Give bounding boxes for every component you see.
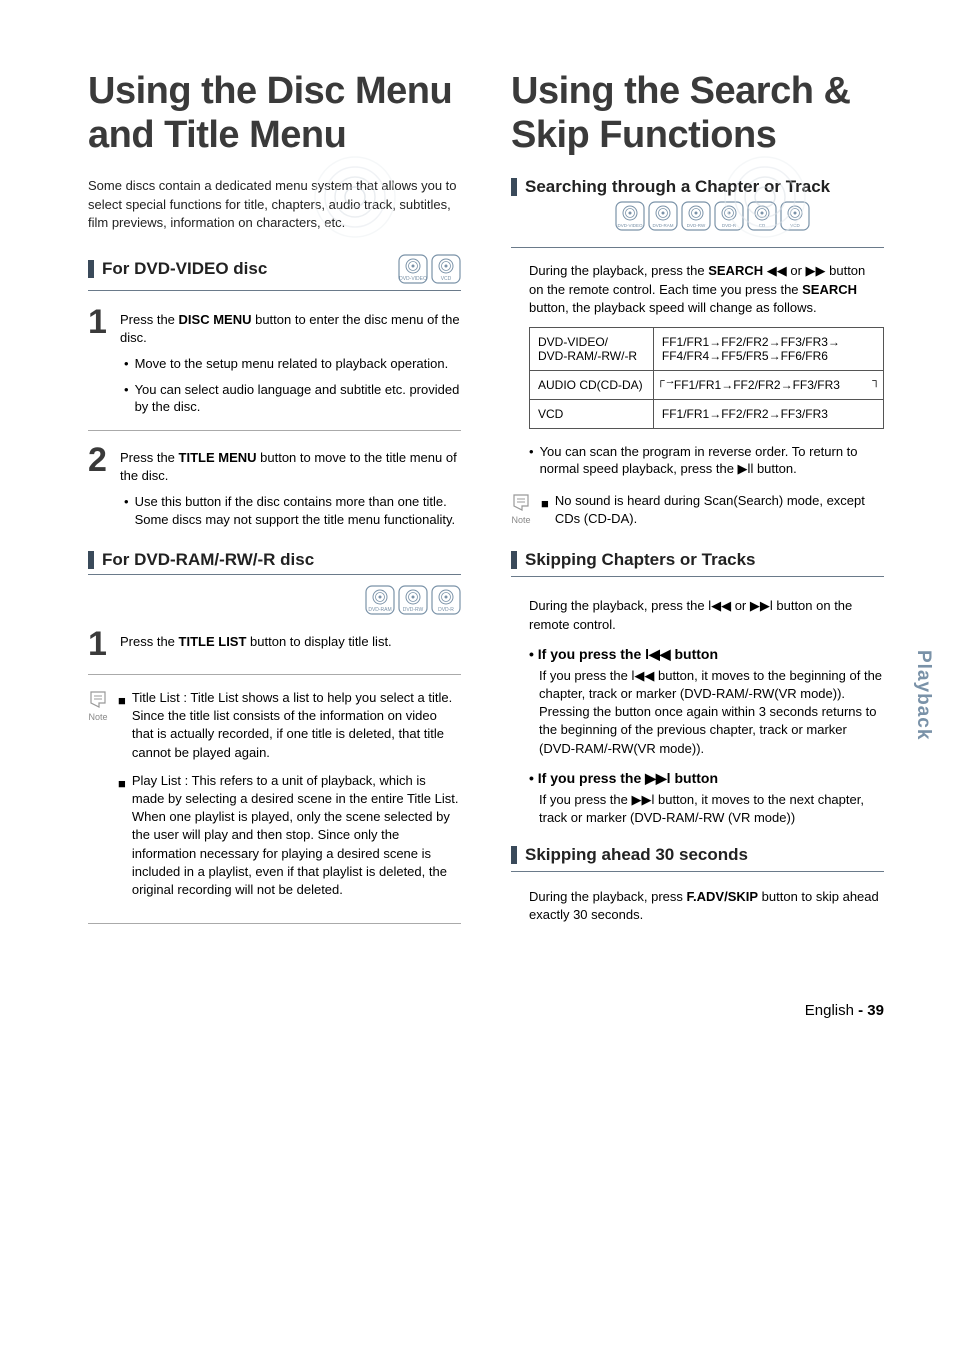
- disc-dvd-r-icon: DVD-R: [431, 585, 461, 615]
- svg-text:VCD: VCD: [441, 276, 452, 282]
- table-r3c1: VCD: [530, 399, 654, 428]
- step-number: 1: [88, 307, 110, 416]
- section-title: For DVD-VIDEO disc: [102, 259, 267, 279]
- section-title: Skipping Chapters or Tracks: [525, 550, 756, 570]
- section-bar-icon: [511, 178, 517, 196]
- section-skipping-chapters: Skipping Chapters or Tracks: [511, 550, 884, 577]
- note-icon: [511, 492, 531, 512]
- table-r1c1b: DVD-RAM/-RW/-R: [538, 349, 645, 363]
- bullet-text: Use this button if the disc contains mor…: [135, 493, 461, 528]
- section-title: Skipping ahead 30 seconds: [525, 845, 748, 865]
- sub-prev-body: If you press the l◀◀ button, it moves to…: [529, 667, 884, 758]
- step-2: 2 Press the TITLE MENU button to move to…: [88, 445, 461, 528]
- search-paragraph: During the playback, press the SEARCH ◀◀…: [511, 262, 884, 317]
- bullet-dot: •: [529, 443, 534, 478]
- section-dvd-ram-rw-r: For DVD-RAM/-RW/-R disc: [88, 550, 461, 570]
- scan-reverse-note: You can scan the program in reverse orde…: [540, 443, 882, 478]
- disc-dvd-ram-icon: DVD-RAM: [365, 585, 395, 615]
- skip-paragraph: During the playback, press the l◀◀ or ▶▶…: [511, 597, 884, 633]
- separator: [88, 430, 461, 431]
- svg-text:DVD-RAM: DVD-RAM: [653, 223, 674, 228]
- svg-text:DVD-VIDEO: DVD-VIDEO: [617, 223, 643, 228]
- section-bar-icon: [511, 846, 517, 864]
- step2-bold: TITLE MENU: [179, 450, 257, 465]
- table-r1c2a: FF1/FR1→FF2/FR2→FF3/FR3→: [662, 335, 875, 349]
- bullet-text: Move to the setup menu related to playba…: [135, 355, 449, 373]
- page-footer: English - 39: [0, 978, 954, 1049]
- disc-dvd-rw-icon: DVD-RW: [681, 201, 711, 231]
- speed-table: DVD-VIDEO/ DVD-RAM/-RW/-R FF1/FR1→FF2/FR…: [529, 327, 884, 429]
- svg-text:DVD-RW: DVD-RW: [687, 223, 706, 228]
- section-bar-icon: [511, 551, 517, 569]
- section-bar-icon: [88, 260, 94, 278]
- side-tab-playback: Playback: [912, 650, 934, 740]
- left-title: Using the Disc Menu and Title Menu: [88, 70, 461, 157]
- note-item2-label: Play List :: [132, 773, 188, 788]
- disc-dvd-rw-icon: DVD-RW: [398, 585, 428, 615]
- svg-text:DVD-RW: DVD-RW: [403, 607, 424, 613]
- note-block-right: Note ■ No sound is heard during Scan(Sea…: [511, 492, 884, 528]
- section-title: For DVD-RAM/-RW/-R disc: [102, 550, 314, 570]
- svg-text:DVD-RAM: DVD-RAM: [368, 607, 391, 613]
- step1-pre: Press the: [120, 312, 179, 327]
- bullet-dot: •: [124, 493, 129, 528]
- bullet-dot: •: [124, 381, 129, 416]
- step-number: 1: [88, 629, 110, 660]
- step-1b: 1 Press the TITLE LIST button to display…: [88, 629, 461, 660]
- step1b-bold: TITLE LIST: [179, 634, 247, 649]
- svg-text:CD: CD: [759, 223, 766, 228]
- disc-dvd-r-icon: DVD-R: [714, 201, 744, 231]
- note-label: Note: [511, 514, 530, 527]
- disc-dvd-ram-icon: DVD-RAM: [648, 201, 678, 231]
- footer-page: - 39: [858, 1002, 884, 1019]
- step1-bold: DISC MENU: [179, 312, 252, 327]
- square-bullet-icon: ■: [118, 775, 126, 899]
- section-bar-icon: [88, 551, 94, 569]
- skip30-paragraph: During the playback, press F.ADV/SKIP bu…: [511, 888, 884, 924]
- svg-text:DVD-VIDEO: DVD-VIDEO: [399, 276, 427, 282]
- sub-next-body: If you press the ▶▶l button, it moves to…: [529, 791, 884, 827]
- footer-lang: English: [805, 1002, 854, 1019]
- note-item2-body: This refers to a unit of playback, which…: [132, 773, 459, 897]
- bullet-text: You can select audio language and subtit…: [135, 381, 461, 416]
- svg-text:VCD: VCD: [790, 223, 800, 228]
- table-r1c1a: DVD-VIDEO/: [538, 335, 645, 349]
- disc-dvd-video-icon: DVD-VIDEO: [398, 254, 428, 284]
- step-1: 1 Press the DISC MENU button to enter th…: [88, 307, 461, 416]
- section-title: Searching through a Chapter or Track: [525, 177, 830, 197]
- disc-cd-icon: CD: [747, 201, 777, 231]
- disc-dvd-video-icon: DVD-VIDEO: [615, 201, 645, 231]
- left-intro: Some discs contain a dedicated menu syst…: [88, 177, 461, 232]
- note-label: Note: [88, 711, 107, 724]
- table-r2c2: FF1/FR1→FF2/FR2→FF3/FR3: [662, 378, 840, 392]
- sub-prev-button: • If you press the l◀◀ button: [529, 646, 884, 663]
- section-searching: Searching through a Chapter or Track: [511, 177, 884, 197]
- table-r2c1: AUDIO CD(CD-DA): [530, 370, 654, 399]
- separator: [88, 923, 461, 924]
- table-r1c2b: FF4/FR4→FF5/FR5→FF6/FR6: [662, 349, 875, 363]
- step1b-pre: Press the: [120, 634, 179, 649]
- step-number: 2: [88, 445, 110, 528]
- note-icon: [88, 689, 108, 709]
- sub-next-button: • If you press the ▶▶l button: [529, 770, 884, 787]
- disc-vcd-icon: VCD: [431, 254, 461, 284]
- svg-text:DVD-R: DVD-R: [722, 223, 737, 228]
- table-r3c2: FF1/FR1→FF2/FR2→FF3/FR3: [653, 399, 883, 428]
- bullet-dot: •: [124, 355, 129, 373]
- note-block: Note ■ Title List : Title List shows a l…: [88, 689, 461, 909]
- section-skip-30s: Skipping ahead 30 seconds: [511, 845, 884, 872]
- right-title: Using the Search & Skip Functions: [511, 70, 884, 157]
- step2-pre: Press the: [120, 450, 179, 465]
- section-dvd-video: For DVD-VIDEO disc DVD-VIDEO VCD: [88, 254, 461, 291]
- note-item1-label: Title List :: [132, 690, 187, 705]
- square-bullet-icon: ■: [118, 692, 126, 762]
- square-bullet-icon: ■: [541, 495, 549, 528]
- separator: [88, 674, 461, 675]
- note-right-body: No sound is heard during Scan(Search) mo…: [555, 492, 884, 528]
- step1b-post: button to display title list.: [246, 634, 391, 649]
- svg-text:DVD-R: DVD-R: [438, 607, 454, 613]
- disc-vcd-icon: VCD: [780, 201, 810, 231]
